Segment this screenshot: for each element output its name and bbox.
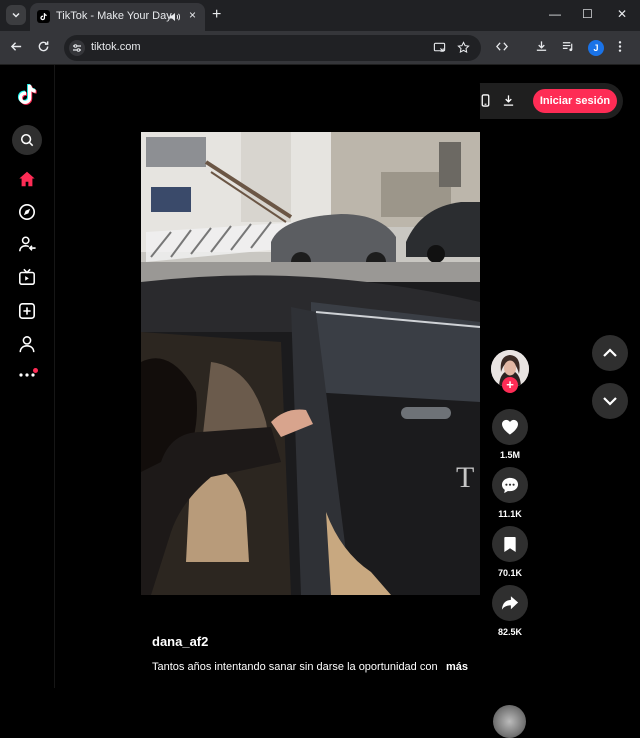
sidebar-item-profile[interactable] — [17, 334, 37, 354]
previous-video-button[interactable] — [592, 335, 628, 371]
home-icon — [19, 171, 35, 187]
arrow-left-icon — [10, 42, 22, 51]
sidebar-item-explore[interactable] — [17, 202, 37, 222]
login-button[interactable]: Iniciar sesión — [533, 89, 617, 113]
phone-icon[interactable] — [479, 94, 492, 112]
sidebar-item-upload[interactable] — [17, 301, 37, 321]
download-icon[interactable] — [502, 94, 515, 112]
share-icon — [501, 596, 519, 610]
notification-badge — [33, 368, 38, 373]
downloads-icon[interactable] — [535, 40, 548, 58]
sidebar-search-button[interactable] — [12, 125, 42, 155]
site-info-icon[interactable] — [69, 40, 85, 56]
comment-icon — [501, 477, 519, 493]
address-bar[interactable]: tiktok.com — [64, 35, 481, 61]
tiktok-logo[interactable] — [16, 83, 38, 112]
comment-button[interactable] — [492, 467, 528, 503]
like-count: 1.5M — [499, 450, 520, 460]
following-icon — [18, 236, 36, 252]
reload-button[interactable] — [37, 40, 50, 58]
video-caption: Tantos años intentando sanar sin darse l… — [152, 661, 438, 673]
live-tv-icon — [19, 268, 35, 285]
caption-more-link[interactable]: más — [446, 661, 468, 673]
browser-tab[interactable]: TikTok - Make Your Day × — [30, 3, 205, 31]
heart-icon — [502, 419, 518, 435]
bookmark-star-icon[interactable] — [457, 41, 470, 59]
browser-toolbar: tiktok.com J — [0, 31, 640, 65]
back-button[interactable] — [10, 40, 23, 58]
music-disc[interactable] — [493, 705, 526, 738]
search-icon — [20, 133, 34, 147]
sidebar — [0, 65, 55, 688]
sidebar-item-live[interactable] — [17, 267, 37, 287]
next-video-button[interactable] — [592, 383, 628, 419]
tiktok-page: Iniciar sesión T dana_af2 Tantos años in… — [0, 65, 640, 738]
cast-icon[interactable] — [433, 41, 446, 59]
maximize-button[interactable]: ☐ — [582, 7, 593, 21]
comment-count: 11.1K — [498, 509, 522, 519]
upload-icon — [18, 302, 36, 320]
follow-plus-button[interactable]: + — [502, 377, 518, 393]
url-text[interactable]: tiktok.com — [91, 41, 141, 53]
sidebar-item-for-you[interactable] — [17, 169, 37, 189]
minimize-button[interactable]: — — [549, 7, 561, 21]
share-count: 82.5K — [497, 627, 523, 637]
tab-close-button[interactable]: × — [189, 8, 196, 22]
tiktok-favicon-icon — [37, 10, 50, 23]
chevron-down-icon — [603, 397, 617, 406]
video-player[interactable]: T — [141, 132, 480, 595]
save-button[interactable] — [492, 526, 528, 562]
new-tab-button[interactable]: + — [212, 6, 221, 24]
chevron-up-icon — [603, 348, 617, 357]
code-icon[interactable] — [495, 40, 509, 58]
like-button[interactable] — [492, 409, 528, 445]
tab-title: TikTok - Make Your Day — [56, 10, 172, 22]
profile-icon — [19, 336, 35, 353]
media-controls-icon[interactable] — [561, 40, 575, 58]
speaker-icon[interactable] — [169, 10, 181, 28]
video-author[interactable]: dana_af2 — [152, 634, 208, 649]
video-watermark: T — [456, 461, 474, 494]
more-menu-icon[interactable] — [618, 40, 622, 58]
share-button[interactable] — [492, 585, 528, 621]
close-window-button[interactable]: ✕ — [617, 7, 627, 21]
video-card[interactable]: T dana_af2 Tantos años intentando sanar … — [141, 75, 480, 675]
compass-icon — [18, 203, 36, 221]
save-count: 70.1K — [497, 568, 523, 578]
bookmark-icon — [504, 536, 516, 552]
more-icon — [19, 373, 35, 377]
tab-search-button[interactable] — [6, 5, 26, 25]
sidebar-item-following[interactable] — [17, 234, 37, 254]
browser-tab-bar: TikTok - Make Your Day × + — ☐ ✕ — [0, 0, 640, 31]
reload-icon — [38, 41, 49, 52]
chevron-down-icon — [12, 12, 20, 18]
profile-avatar[interactable]: J — [588, 40, 604, 56]
